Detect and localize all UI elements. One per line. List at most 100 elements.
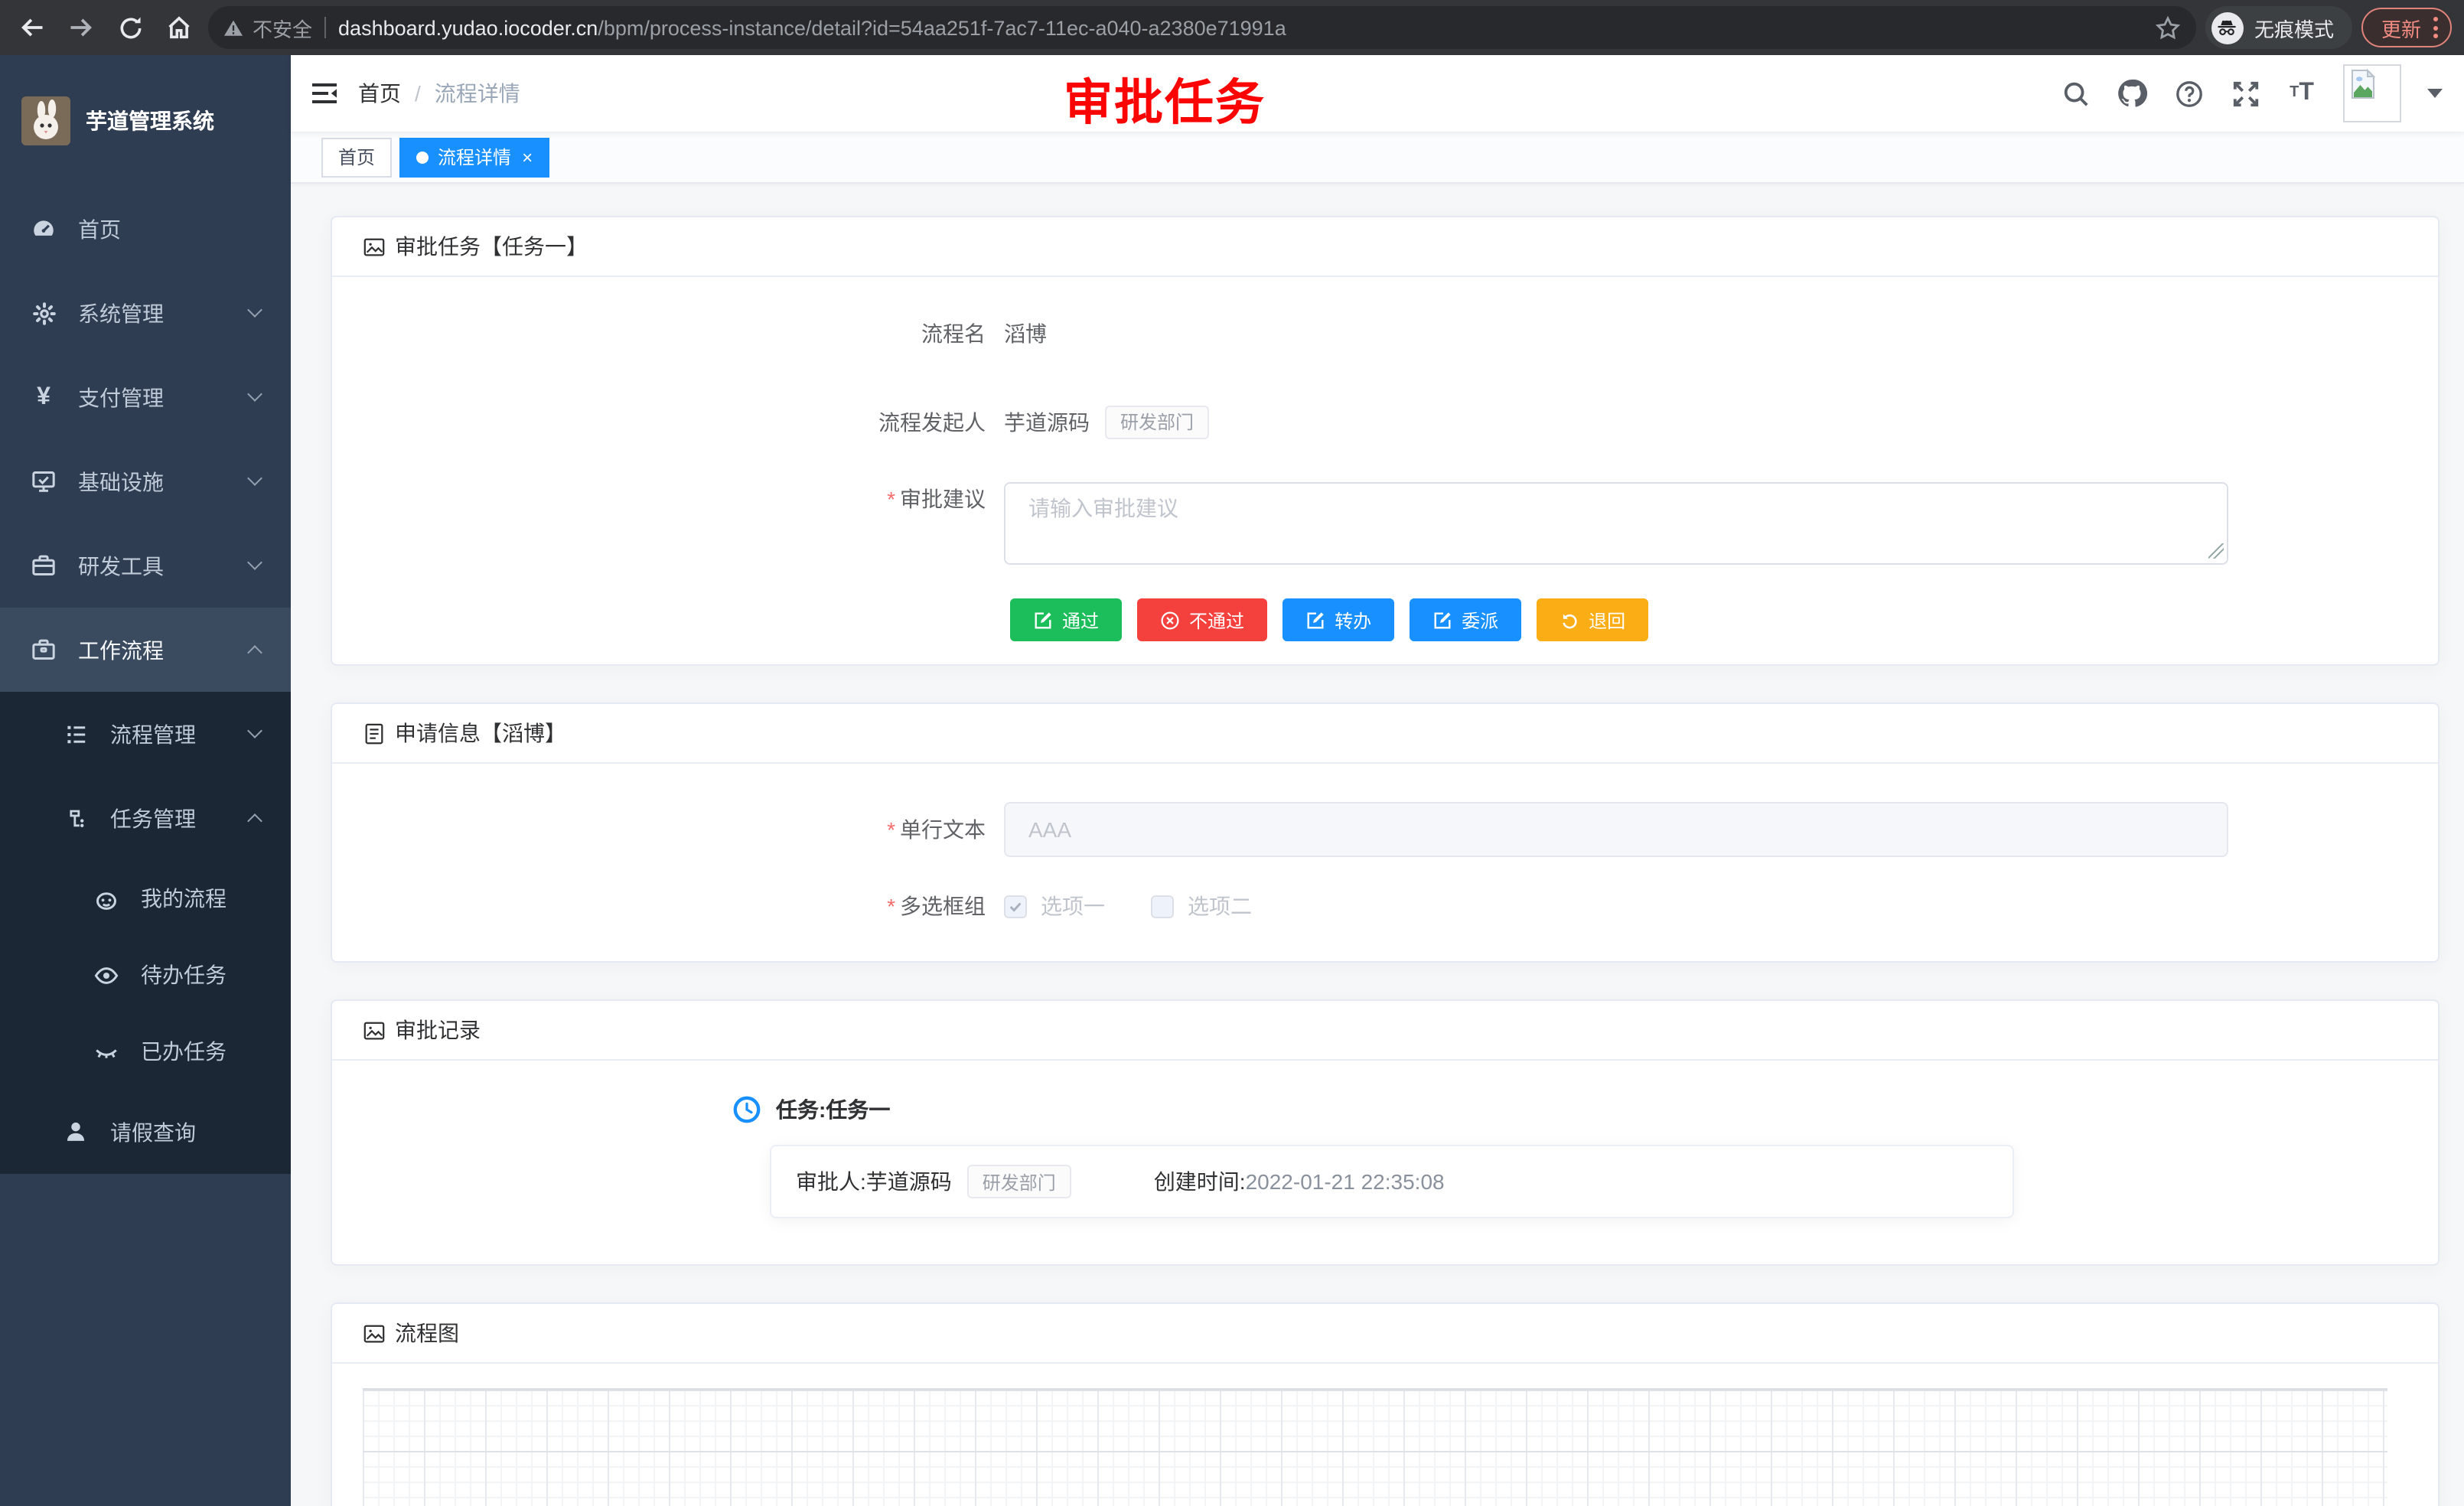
return-button[interactable]: 退回 [1537,598,1648,641]
eye-closed-icon [93,1038,119,1064]
toolbox-icon [31,553,57,579]
back-icon[interactable] [12,8,52,47]
timeline-clock-icon [733,1096,761,1123]
search-icon[interactable] [2060,78,2091,109]
tab-process-detail[interactable]: 流程详情 × [399,137,549,177]
bookmark-star-icon[interactable] [2155,15,2181,41]
org-tree-icon [63,805,89,831]
process-name-value: 滔博 [1004,317,1047,350]
help-icon[interactable] [2173,78,2204,109]
opinion-textarea[interactable] [1004,482,2228,565]
warning-triangle-icon [223,18,243,37]
tags-view: 首页 流程详情 × [291,132,2464,184]
apply-info-card: 申请信息【滔博】 *单行文本 *多选框组 [331,702,2440,963]
breadcrumb-home[interactable]: 首页 [358,78,401,109]
url-host: dashboard.yudao.iocoder.cn [338,16,598,39]
url-text[interactable]: dashboard.yudao.iocoder.cn/bpm/process-i… [338,16,2143,39]
avatar[interactable] [2343,64,2401,122]
sidebar-item-process-mgmt[interactable]: 流程管理 [0,692,291,776]
sidebar-item-payment[interactable]: ¥ 支付管理 [0,355,291,439]
initiator-value: 芋道源码 [1004,406,1090,439]
card-title: 申请信息【滔博】 [395,718,566,748]
chevron-down-icon [247,302,262,317]
page-content: 审批任务【任务一】 流程名 滔博 流程发起人 芋道源码 研发部门 [291,184,2464,1506]
sidebar-item-home[interactable]: 首页 [0,187,291,271]
home-icon[interactable] [159,8,199,47]
monitor-icon [31,468,57,494]
screen: 不安全 dashboard.yudao.iocoder.cn/bpm/proce… [0,0,2464,1506]
checkbox-unchecked-icon [1151,895,1174,918]
sidebar-item-todo-tasks[interactable]: 待办任务 [0,937,291,1013]
user-menu-caret-icon[interactable] [2427,89,2443,98]
workflow-submenu: 流程管理 任务管理 我的流程 [0,692,291,1174]
gear-icon [31,300,57,326]
sidebar-item-my-process[interactable]: 我的流程 [0,860,291,937]
sidebar-item-label: 首页 [78,214,121,244]
checkbox-group-label: *多选框组 [363,889,1004,923]
sidebar-item-label: 工作流程 [78,634,164,665]
card-header: 审批任务【任务一】 [332,217,2438,277]
broken-image-icon [2348,69,2378,99]
approve-button[interactable]: 通过 [1010,598,1122,641]
approver-name: 芋道源码 [866,1166,952,1197]
tab-label: 首页 [338,144,375,170]
sidebar-item-task-mgmt[interactable]: 任务管理 [0,776,291,860]
chrome-update-button[interactable]: 更新 [2361,8,2452,47]
single-line-text-input [1004,802,2228,857]
annotation-text: 审批任务 [1064,64,1266,135]
url-bar[interactable]: 不安全 dashboard.yudao.iocoder.cn/bpm/proce… [208,6,2196,49]
sidebar-item-label: 任务管理 [110,803,196,833]
sidebar-item-workflow[interactable]: 工作流程 [0,608,291,692]
fullscreen-icon[interactable] [2230,78,2260,109]
checkbox-checked-icon [1004,895,1027,918]
active-dot-icon [416,151,429,163]
sidebar-item-label: 已办任务 [141,1036,227,1067]
chevron-up-icon [247,644,262,660]
task-title: 任务:任务一 [776,1094,890,1125]
picture-icon [363,1019,386,1041]
sidebar-item-devtools[interactable]: 研发工具 [0,523,291,608]
forward-icon[interactable] [61,8,101,47]
browser-toolbar: 不安全 dashboard.yudao.iocoder.cn/bpm/proce… [0,0,2464,55]
omnibox-divider [324,17,326,38]
security-warning[interactable]: 不安全 [223,13,312,42]
sidebar-item-label: 流程管理 [110,719,196,749]
text-field-label: *单行文本 [363,813,1004,846]
approve-task-card: 审批任务【任务一】 流程名 滔博 流程发起人 芋道源码 研发部门 [331,216,2440,666]
font-size-icon[interactable]: TT [2286,78,2317,109]
sidebar-item-label: 支付管理 [78,382,164,412]
approver-label: 审批人: [796,1166,866,1197]
sidebar-item-done-tasks[interactable]: 已办任务 [0,1013,291,1090]
sidebar-item-leave-query[interactable]: 请假查询 [0,1090,291,1174]
breadcrumb-separator: / [415,81,421,106]
app-logo-row[interactable]: 芋道管理系统 [0,55,291,187]
resize-handle-icon[interactable] [2208,543,2224,559]
app-title: 芋道管理系统 [86,106,214,136]
reject-button[interactable]: 不通过 [1137,598,1267,641]
tab-home[interactable]: 首页 [321,137,392,177]
chevron-up-icon [247,813,262,828]
sidebar-item-label: 请假查询 [110,1116,196,1147]
briefcase-icon [31,637,57,663]
close-tab-icon[interactable]: × [522,146,533,168]
collapse-sidebar-icon[interactable] [291,55,358,132]
required-asterisk: * [887,817,895,842]
github-icon[interactable] [2117,78,2147,109]
approval-record-item: 审批人: 芋道源码 研发部门 创建时间: 2022-01-21 22:35:08 [770,1145,2014,1218]
chrome-menu-icon[interactable] [2433,17,2438,38]
bpmn-grid-canvas [363,1388,2387,1506]
sidebar-item-infra[interactable]: 基础设施 [0,439,291,523]
required-asterisk: * [887,487,895,511]
dept-tag: 研发部门 [1105,406,1209,439]
approval-record-card: 审批记录 任务:任务一 审批人: 芋道源码 研发部门 [331,999,2440,1266]
eye-open-icon [93,962,119,988]
delegate-button[interactable]: 委派 [1410,598,1521,641]
sidebar-item-system[interactable]: 系统管理 [0,271,291,355]
reload-icon[interactable] [110,8,150,47]
chevron-down-icon [247,722,262,738]
sidebar-item-label: 研发工具 [78,550,164,581]
incognito-icon [2211,11,2244,44]
picture-icon [363,235,386,258]
chevron-down-icon [247,554,262,569]
transfer-button[interactable]: 转办 [1283,598,1394,641]
